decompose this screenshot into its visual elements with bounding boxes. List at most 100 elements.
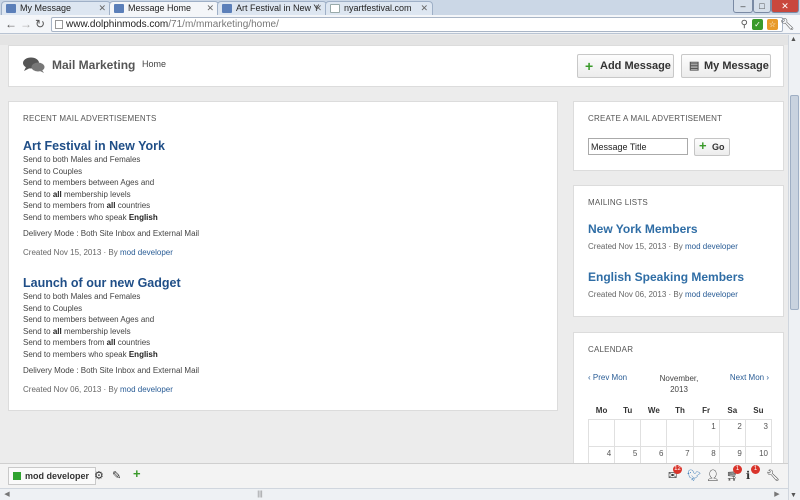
calendar-day[interactable]: 2	[718, 418, 746, 447]
scroll-up-icon[interactable]: ▲	[790, 36, 797, 43]
tab-label: nyartfestival.com	[344, 3, 412, 13]
weekday-label: Th	[675, 406, 685, 416]
person-icon[interactable]: 👤︎	[706, 469, 720, 483]
author-link[interactable]: mod developer	[120, 248, 173, 257]
my-message-button[interactable]: ▤ My Message	[681, 54, 771, 78]
ad-target-levels: Send to all membership levels	[23, 189, 131, 199]
cart-badge: 1	[733, 465, 742, 474]
plus-icon[interactable]: +	[133, 467, 141, 481]
ad-target-gender: Send to both Males and Females	[23, 292, 141, 301]
page-icon	[330, 4, 340, 13]
home-link[interactable]: Home	[142, 59, 166, 69]
add-message-label: Add Message	[600, 60, 671, 72]
window-close-button[interactable]: ✕	[771, 0, 799, 13]
vertical-scrollbar[interactable]: ▲ ▼	[788, 35, 800, 500]
weekday-label: Sa	[727, 406, 738, 416]
close-icon[interactable]: ✕	[314, 2, 322, 14]
my-message-label: My Message	[704, 60, 769, 72]
ad-target-countries: Send to members from all countries	[23, 201, 151, 211]
calendar-heading: CALENDAR	[588, 345, 634, 354]
twitter-icon[interactable]: 🐦︎	[687, 469, 701, 483]
author-link[interactable]: mod developer	[685, 290, 738, 299]
ad-delivery-mode: Delivery Mode : Both Site Inbox and Exte…	[23, 365, 200, 375]
close-icon[interactable]: ✕	[98, 2, 106, 14]
ad-target-ages: Send to members between Ages and	[23, 315, 155, 325]
ad-target-language: Send to members who speak English	[23, 212, 158, 222]
scroll-down-icon[interactable]: ▼	[790, 492, 797, 499]
message-title-input[interactable]	[588, 138, 688, 155]
mail-icon[interactable]: ✉ 12	[668, 465, 682, 483]
info-badge: 1	[751, 465, 760, 474]
weekday-label: Fr	[702, 406, 711, 416]
mailing-lists-panel: MAILING LISTS New York Members Created N…	[573, 185, 784, 317]
ad-target-ages: Send to members between Ages and	[23, 178, 155, 188]
calendar-day	[640, 418, 668, 447]
weekday-label: Tu	[623, 406, 633, 416]
reload-icon[interactable]: ↻	[35, 18, 45, 30]
tab-nyartfestival[interactable]: nyartfestival.com ✕	[325, 1, 433, 15]
gear-icon[interactable]: ⚙	[94, 469, 104, 483]
ad-target-levels: Send to all membership levels	[23, 326, 131, 336]
bottom-toolbar: mod developer ⚙ ✎ + ✉ 12 🐦︎ 👤︎ 🛒︎ 1 ℹ1 🔧︎	[0, 463, 788, 488]
forward-icon[interactable]: →	[20, 18, 32, 30]
author-link[interactable]: mod developer	[120, 385, 173, 394]
back-icon[interactable]: ←	[5, 18, 17, 30]
tab-art-festival[interactable]: Art Festival in New Y ✕	[217, 1, 327, 15]
plus-icon: +	[699, 138, 707, 153]
ad-meta: Created Nov 06, 2013 · By mod developer	[23, 385, 173, 395]
minimize-button[interactable]: –	[733, 0, 753, 13]
wrench-icon[interactable]: 🔧︎	[780, 17, 795, 31]
close-icon[interactable]: ✕	[206, 2, 214, 14]
prev-month-link[interactable]: ‹ Prev Mon	[588, 373, 627, 382]
mailing-list-title[interactable]: English Speaking Members	[588, 270, 744, 284]
ad-title[interactable]: Art Festival in New York	[23, 138, 543, 154]
close-icon[interactable]: ✕	[420, 2, 428, 14]
info-icon[interactable]: ℹ1	[746, 465, 760, 483]
horizontal-scrollbar[interactable]: ◀ ||| ▶	[0, 488, 788, 500]
calendar-day	[666, 418, 694, 447]
next-month-link[interactable]: Next Mon ›	[730, 373, 769, 382]
url-host: www.dolphinmods.com	[66, 19, 169, 30]
scrollbar-thumb[interactable]	[790, 95, 799, 310]
mail-badge: 12	[673, 465, 682, 474]
calendar-day[interactable]: 1	[692, 418, 720, 447]
user-menu-button[interactable]: mod developer	[8, 467, 97, 485]
ad-item: Art Festival in New York Send to both Ma…	[23, 138, 543, 257]
ad-delivery-mode: Delivery Mode : Both Site Inbox and Exte…	[23, 228, 200, 238]
scrollbar-grip-icon[interactable]: |||	[250, 491, 270, 498]
weekday-label: Mo	[595, 406, 608, 416]
ad-target-countries: Send to members from all countries	[23, 338, 151, 348]
mailing-list-meta: Created Nov 15, 2013 · By mod developer	[588, 242, 738, 251]
ad-target-gender: Send to both Males and Females	[23, 155, 141, 164]
calendar-day[interactable]: 3	[744, 418, 773, 447]
edit-icon[interactable]: ✎	[112, 469, 121, 483]
star-icon[interactable]: ☆	[767, 19, 778, 30]
calendar-day	[614, 418, 642, 447]
tab-message-home[interactable]: Message Home ✕	[109, 1, 219, 15]
dolphin-icon	[114, 4, 124, 13]
tab-label: Art Festival in New Y	[236, 3, 320, 13]
address-bar[interactable]: www.dolphinmods.com/71/m/mmarketing/home…	[51, 17, 783, 32]
author-link[interactable]: mod developer	[685, 242, 738, 251]
recent-ads-heading: RECENT MAIL ADVERTISEMENTS	[23, 114, 157, 123]
dolphin-icon	[222, 4, 232, 13]
mailing-list-title[interactable]: New York Members	[588, 222, 698, 236]
cart-icon[interactable]: 🛒︎ 1	[726, 465, 742, 483]
tab-my-message[interactable]: My Message ✕	[1, 1, 111, 15]
wrench-icon[interactable]: 🔧︎	[766, 469, 780, 483]
mailing-list-meta: Created Nov 06, 2013 · By mod developer	[588, 290, 738, 299]
mailing-lists-heading: MAILING LISTS	[588, 198, 648, 207]
chat-bubbles-icon	[23, 57, 45, 73]
scroll-right-icon[interactable]: ▶	[772, 491, 782, 498]
ad-target-language: Send to members who speak English	[23, 349, 158, 359]
go-button[interactable]: + Go	[694, 138, 730, 156]
add-message-button[interactable]: + Add Message	[577, 54, 674, 78]
extension-icon[interactable]: ✓	[752, 19, 763, 30]
scroll-left-icon[interactable]: ◀	[2, 491, 12, 498]
maximize-button[interactable]: □	[753, 0, 771, 13]
ad-title[interactable]: Launch of our new Gadget	[23, 275, 543, 291]
go-label: Go	[712, 142, 725, 152]
tab-label: Message Home	[128, 3, 192, 13]
user-name: mod developer	[25, 471, 90, 481]
magnifier-icon[interactable]: ⚲	[741, 18, 748, 31]
